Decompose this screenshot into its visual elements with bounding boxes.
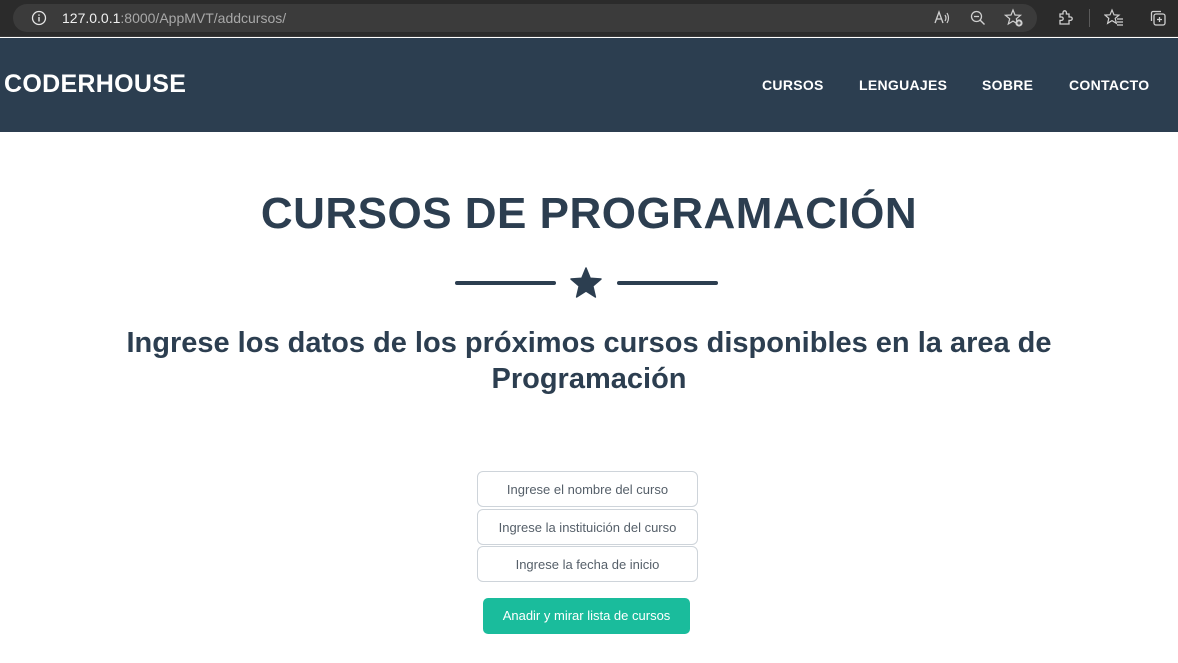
page-subtitle: Ingrese los datos de los próximos cursos… <box>126 327 1052 395</box>
star-icon <box>569 266 603 300</box>
address-bar[interactable]: 127.0.0.1:8000/AppMVT/addcursos/ <box>13 4 1037 32</box>
course-institution-input[interactable] <box>477 509 698 545</box>
url-text[interactable]: 127.0.0.1:8000/AppMVT/addcursos/ <box>62 10 286 26</box>
nav-link-contacto[interactable]: CONTACTO <box>1069 76 1149 94</box>
brand-logo[interactable]: CODERHOUSE <box>4 69 186 99</box>
divider-line-right <box>617 281 718 285</box>
divider-line-left <box>455 281 556 285</box>
nav-link-sobre[interactable]: SOBRE <box>982 76 1033 94</box>
nav-link-lenguajes[interactable]: LENGUAJES <box>859 76 947 94</box>
url-path: :8000/AppMVT/addcursos/ <box>120 10 287 26</box>
collections-icon[interactable] <box>1148 8 1168 28</box>
add-and-view-courses-button[interactable]: Anadir y mirar lista de cursos <box>483 598 690 634</box>
favorites-icon[interactable] <box>1104 8 1124 28</box>
extensions-icon[interactable] <box>1055 8 1075 28</box>
course-name-input[interactable] <box>477 471 698 507</box>
browser-toolbar: 127.0.0.1:8000/AppMVT/addcursos/ <box>0 0 1178 37</box>
course-start-date-input[interactable] <box>477 546 698 582</box>
info-icon[interactable] <box>31 10 47 26</box>
url-host: 127.0.0.1 <box>62 10 121 26</box>
page-title: CURSOS DE PROGRAMACIÓN <box>260 189 918 238</box>
favorite-add-icon[interactable] <box>1004 8 1024 28</box>
zoom-out-icon[interactable] <box>968 8 988 28</box>
site-navbar: CODERHOUSE CURSOS LENGUAJES SOBRE CONTAC… <box>0 38 1178 132</box>
nav-link-cursos[interactable]: CURSOS <box>762 76 824 94</box>
read-aloud-icon[interactable] <box>932 8 952 28</box>
toolbar-separator <box>1089 9 1090 27</box>
